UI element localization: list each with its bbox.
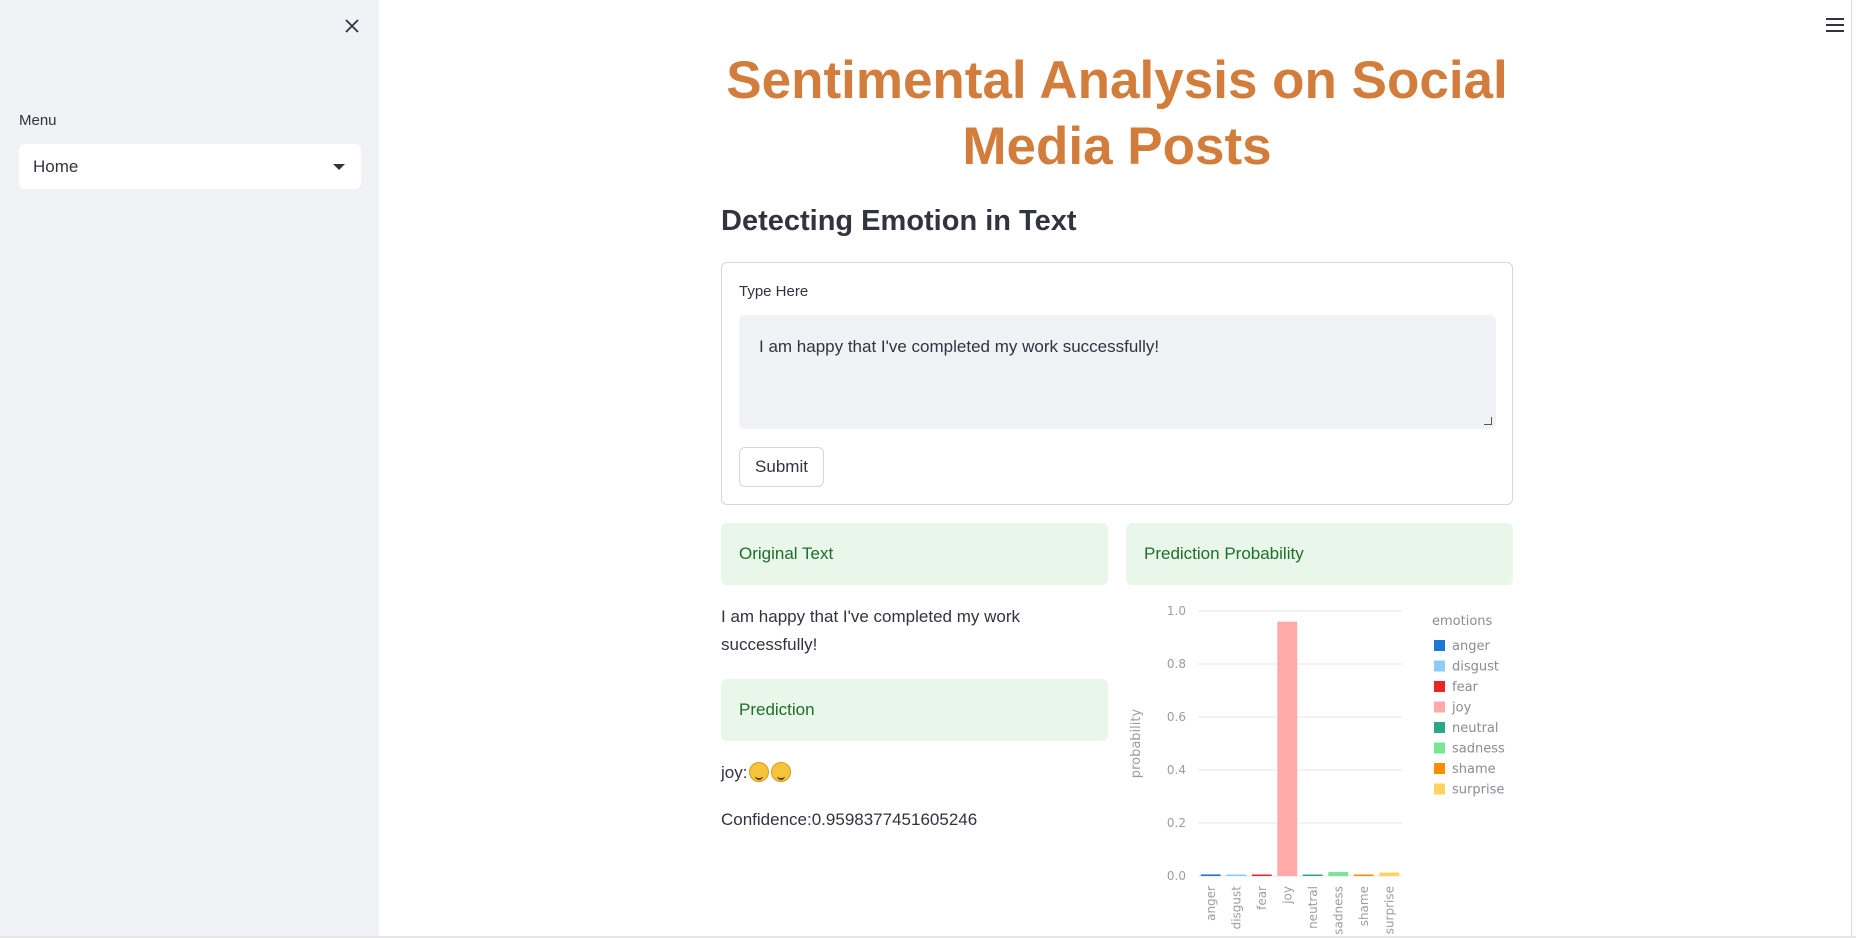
prediction-probability-header: Prediction Probability (1126, 523, 1513, 585)
text-input-value: I am happy that I've completed my work s… (759, 337, 1160, 356)
app-root: Menu Home Sentimental Analysis on Social… (0, 0, 1856, 938)
x-tick-label: anger (1204, 886, 1218, 921)
legend-swatch (1434, 640, 1445, 651)
x-tick-label: neutral (1306, 886, 1320, 929)
prediction-header-label: Prediction (739, 700, 815, 719)
legend-swatch (1434, 763, 1445, 774)
emotion-form: Type Here I am happy that I've completed… (721, 262, 1513, 505)
y-tick-label: 1.0 (1167, 604, 1186, 618)
resize-handle-icon[interactable] (1484, 417, 1492, 425)
page-title: Sentimental Analysis on Social Media Pos… (726, 51, 1508, 176)
y-tick-label: 0.4 (1167, 763, 1186, 777)
legend-swatch (1434, 783, 1445, 795)
legend-swatch (1434, 701, 1445, 713)
legend-item: anger (1452, 639, 1490, 654)
legend-item: shame (1452, 762, 1496, 777)
bar-fear (1251, 874, 1272, 876)
y-axis-label: probability (1129, 709, 1144, 779)
legend-item: sadness (1452, 742, 1505, 757)
legend-swatch (1434, 660, 1445, 672)
close-icon (345, 19, 359, 33)
hugging-face-icon (771, 762, 792, 782)
sidebar: Menu Home (0, 0, 379, 936)
hamburger-line (1826, 30, 1844, 32)
bar-disgust (1226, 874, 1247, 876)
bar-shame (1353, 874, 1374, 876)
prediction-header: Prediction (721, 679, 1108, 741)
hamburger-line (1826, 24, 1844, 26)
legend-swatch (1434, 742, 1445, 754)
bar-sadness (1328, 872, 1349, 876)
y-tick-label: 0.6 (1167, 710, 1186, 724)
original-text: I am happy that I've completed my work s… (721, 607, 1020, 654)
bar-joy (1277, 621, 1298, 876)
x-tick-label: disgust (1229, 886, 1243, 930)
prediction-probability-header-label: Prediction Probability (1144, 544, 1304, 563)
subheader: Detecting Emotion in Text (721, 205, 1077, 237)
scrollbar[interactable] (1851, 0, 1856, 938)
confidence-text: Confidence:0.9598377451605246 (721, 810, 978, 829)
text-input-area[interactable]: I am happy that I've completed my work s… (739, 315, 1496, 429)
bar-neutral (1302, 874, 1323, 876)
legend-swatch (1434, 681, 1445, 692)
menu-label: Menu (19, 112, 57, 129)
menu-select[interactable]: Home (19, 144, 361, 189)
smiling-face-icon (749, 762, 770, 782)
prediction-result: joy: (721, 759, 792, 787)
legend-title: emotions (1432, 614, 1493, 629)
legend-item: neutral (1452, 721, 1499, 736)
legend-item: surprise (1452, 783, 1504, 798)
x-tick-label: joy (1280, 886, 1294, 905)
hamburger-menu-button[interactable] (1826, 18, 1844, 34)
bar-anger (1200, 874, 1221, 876)
submit-button[interactable]: Submit (739, 447, 824, 487)
legend-item: fear (1452, 680, 1479, 695)
hamburger-icon (1826, 18, 1844, 20)
bar-surprise (1379, 872, 1400, 876)
prediction-label: joy: (721, 763, 748, 782)
chevron-down-icon (333, 164, 345, 170)
y-tick-label: 0.0 (1167, 869, 1186, 883)
legend-item: joy (1451, 701, 1472, 716)
y-tick-label: 0.2 (1167, 816, 1186, 830)
original-text-header-label: Original Text (739, 544, 834, 563)
prediction-probability-chart: 0.0 0.2 0.4 0.6 0.8 1.0 probability anger disgus… (1129, 604, 1505, 935)
x-tick-label: shame (1357, 886, 1371, 926)
menu-selected-value: Home (33, 156, 79, 176)
y-tick-label: 0.8 (1167, 657, 1186, 671)
legend-item: disgust (1452, 660, 1499, 675)
x-tick-label: sadness (1331, 886, 1345, 935)
close-sidebar-button[interactable] (340, 14, 364, 38)
textarea-label: Type Here (739, 283, 809, 300)
legend-swatch (1434, 722, 1445, 733)
original-text-header: Original Text (721, 523, 1108, 585)
x-tick-label: fear (1255, 886, 1269, 910)
x-tick-label: surprise (1382, 886, 1396, 934)
